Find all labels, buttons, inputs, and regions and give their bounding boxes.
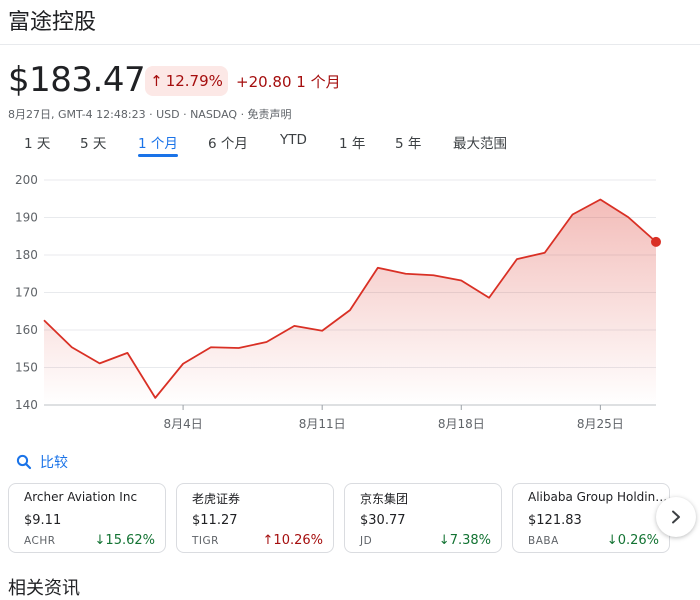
next-button[interactable] [656, 497, 696, 537]
compare-label: 比较 [40, 455, 68, 471]
related-stock-card[interactable]: Archer Aviation Inc $9.11 ACHR ↓15.62% [8, 483, 166, 553]
related-stock-name: Alibaba Group Holding ... [528, 490, 668, 504]
current-price: $183.47 [8, 60, 146, 100]
arrow-down-icon: ↓ [94, 533, 106, 548]
related-stock-ticker: BABA [528, 535, 559, 547]
range-tab-1m[interactable]: 1 个月 [138, 132, 178, 157]
arrow-up-icon: ↑ [262, 533, 274, 548]
price-chart[interactable]: 200 190 180 170 160 150 140 8月4日 8月11日 8月18日 8月25日 [0, 160, 700, 442]
arrow-down-icon: ↓ [606, 533, 618, 548]
search-icon [16, 454, 32, 470]
related-stock-card[interactable]: 老虎证券 $11.27 TIGR ↑10.26% [176, 483, 334, 553]
page-title: 富途控股 [8, 10, 97, 35]
related-stock-name: 老虎证券 [192, 492, 241, 506]
related-stock-price: $9.11 [24, 513, 62, 528]
range-tab-ytd[interactable]: YTD [280, 132, 307, 148]
range-tab-5d[interactable]: 5 天 [80, 132, 106, 152]
news-section-title: 相关资讯 [8, 578, 80, 599]
related-stock-change: ↓15.62% [94, 533, 155, 548]
compare-button[interactable]: 比较 [16, 452, 68, 472]
related-stock-name: Archer Aviation Inc [24, 490, 138, 504]
related-stock-change: ↑10.26% [262, 533, 323, 548]
header-divider [0, 44, 700, 45]
related-stock-ticker: TIGR [192, 535, 219, 547]
y-tick-label: 190 [15, 211, 38, 225]
percent-change-value: 12.79% [165, 72, 223, 90]
related-stock-name: 京东集团 [360, 492, 409, 506]
range-tab-1y[interactable]: 1 年 [339, 132, 365, 152]
related-stock-change: ↓0.26% [606, 533, 659, 548]
y-tick-label: 200 [15, 173, 38, 187]
absolute-change: +20.80 1 个月 [236, 73, 341, 91]
arrow-up-icon: ↑ [150, 72, 163, 90]
chevron-right-icon [672, 510, 680, 524]
y-tick-label: 140 [15, 398, 38, 412]
related-stock-card[interactable]: Alibaba Group Holding ... $121.83 BABA ↓… [512, 483, 670, 553]
related-stock-price: $11.27 [192, 513, 238, 528]
range-tab-5y[interactable]: 5 年 [395, 132, 421, 152]
arrow-down-icon: ↓ [438, 533, 450, 548]
range-tab-1d[interactable]: 1 天 [24, 132, 50, 152]
related-stock-price: $30.77 [360, 513, 406, 528]
range-tab-max[interactable]: 最大范围 [453, 132, 507, 152]
related-stock-card[interactable]: 京东集团 $30.77 JD ↓7.38% [344, 483, 502, 553]
related-stock-change: ↓7.38% [438, 533, 491, 548]
quote-meta: 8月27日, GMT-4 12:48:23 · USD · NASDAQ · 免… [8, 108, 292, 121]
percent-change-badge: ↑ 12.79% [145, 66, 228, 96]
y-tick-label: 150 [15, 361, 38, 375]
x-tick-label: 8月11日 [299, 417, 346, 431]
range-tab-6m[interactable]: 6 个月 [208, 132, 248, 152]
current-price-dot [651, 236, 661, 247]
x-tick-label: 8月25日 [577, 417, 624, 431]
related-stock-ticker: ACHR [24, 535, 56, 547]
y-tick-label: 170 [15, 286, 38, 300]
price-area-fill [44, 199, 656, 405]
y-tick-label: 160 [15, 323, 38, 337]
x-tick-label: 8月18日 [438, 417, 485, 431]
related-stock-price: $121.83 [528, 513, 582, 528]
y-tick-label: 180 [15, 248, 38, 262]
related-stock-ticker: JD [360, 535, 373, 547]
x-tick-label: 8月4日 [163, 417, 202, 431]
